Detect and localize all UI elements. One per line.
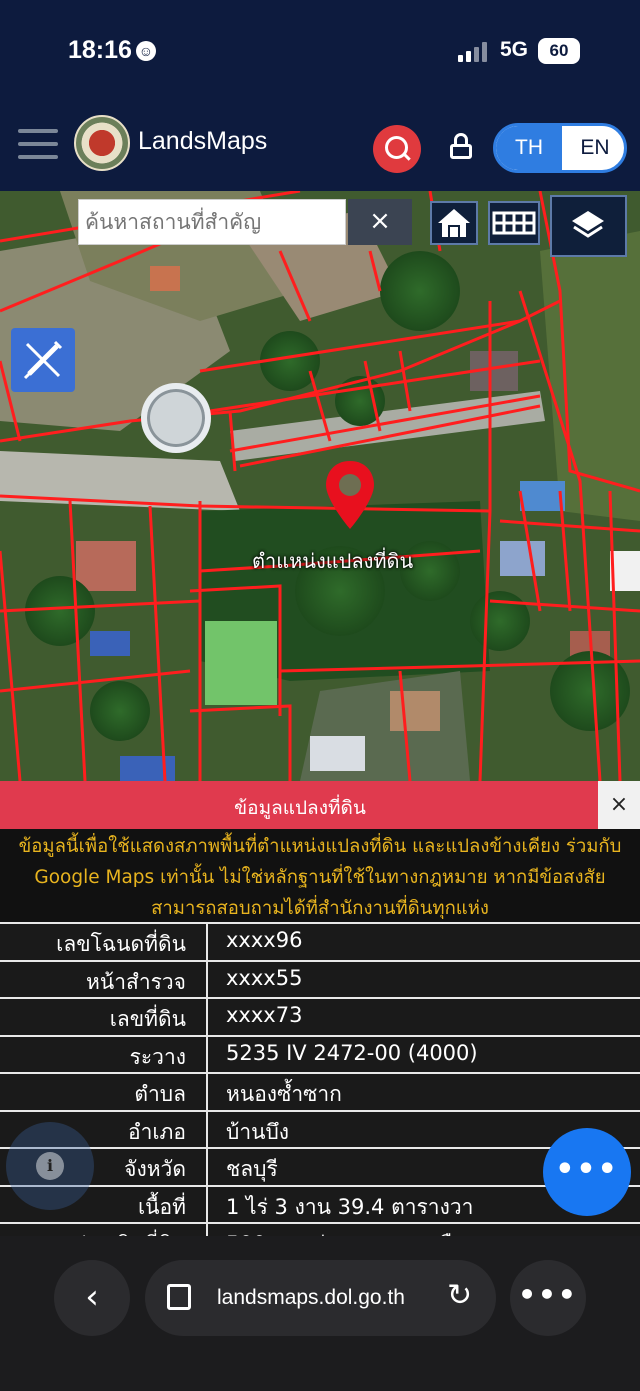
- place-search-input[interactable]: [78, 199, 346, 245]
- lang-en-button[interactable]: EN: [562, 126, 624, 170]
- table-row: หน้าสำรวจ xxxx55: [0, 959, 640, 999]
- row-value: xxxx96: [226, 928, 303, 952]
- column-divider: [206, 1186, 208, 1224]
- row-value: บ้านบึง: [226, 1119, 290, 1144]
- back-button[interactable]: ‹: [54, 1260, 130, 1336]
- browser-menu-button[interactable]: •••: [510, 1260, 586, 1336]
- clear-search-button[interactable]: ×: [348, 199, 412, 245]
- disclaimer-text: ข้อมูลนี้เพื่อใช้แสดงสภาพพื้นที่ตำแหน่งแ…: [0, 829, 640, 922]
- browser-toolbar: ‹ landsmaps.dol.go.th ↻ •••: [0, 1236, 640, 1391]
- row-value: 500 บาทต่อตารางวา หรือตรวจสอบ: [226, 1228, 553, 1236]
- lock-icon[interactable]: [450, 133, 472, 159]
- row-label: ราคาประเมินที่ดิน: [0, 1228, 200, 1236]
- site-settings-icon[interactable]: [167, 1284, 191, 1310]
- row-value: 1 ไร่ 3 งาน 39.4 ตารางวา: [226, 1194, 474, 1219]
- lang-th-button[interactable]: TH: [496, 126, 562, 170]
- address-bar[interactable]: landsmaps.dol.go.th ↻: [145, 1260, 496, 1336]
- status-bar: 18:16 ☺ 5G 60: [0, 0, 640, 105]
- column-divider: [206, 1036, 208, 1074]
- column-divider: [206, 999, 208, 1036]
- language-toggle[interactable]: TH EN: [493, 123, 627, 173]
- menu-icon[interactable]: [18, 129, 58, 159]
- satellite-map[interactable]: × ตำแหน่งแปลงที่ดิน: [0, 191, 640, 781]
- table-row: ราคาประเมินที่ดิน 500 บาทต่อตารางวา หรือต…: [0, 1222, 640, 1236]
- water-tank: [141, 383, 211, 453]
- battery-indicator: 60: [538, 38, 580, 64]
- location-pin-icon[interactable]: [322, 459, 378, 531]
- row-value: หนองซ้ำซาก: [226, 1082, 342, 1106]
- row-value: ชลบุรี: [226, 1157, 278, 1181]
- clock: 18:16 ☺: [68, 36, 156, 65]
- layers-icon[interactable]: [550, 195, 627, 257]
- row-value: xxxx55: [226, 965, 303, 990]
- home-icon[interactable]: [430, 201, 478, 245]
- parcel-info-table: เลขโฉนดที่ดิน xxxx96 หน้าสำรวจ xxxx55 เลขที่…: [0, 922, 640, 1236]
- grid-icon[interactable]: [488, 201, 540, 245]
- row-label: เลขโฉนดที่ดิน: [56, 932, 186, 956]
- close-panel-button[interactable]: ×: [598, 781, 640, 829]
- brand-title: LandsMaps: [138, 127, 268, 155]
- table-row: เนื้อที่ 1 ไร่ 3 งาน 39.4 ตารางวา: [0, 1184, 640, 1224]
- column-divider: [206, 1224, 208, 1236]
- smiley-icon: ☺: [135, 41, 156, 61]
- column-divider: [206, 1149, 208, 1186]
- signal-icon: [458, 42, 490, 62]
- row-value: xxxx73: [226, 1003, 303, 1027]
- map-imagery: [0, 191, 640, 781]
- column-divider: [206, 924, 208, 961]
- network-type: 5G: [500, 38, 529, 61]
- column-divider: [206, 1111, 208, 1149]
- panel-header: ข้อมูลแปลงที่ดิน ×: [0, 781, 640, 829]
- app-header: LandsMaps TH EN: [0, 105, 640, 191]
- table-row: เลขที่ดิน xxxx73: [0, 997, 640, 1036]
- row-label: เลขที่ดิน: [109, 1007, 186, 1031]
- row-label: หน้าสำรวจ: [86, 969, 186, 994]
- column-divider: [206, 961, 208, 999]
- column-divider: [206, 1074, 208, 1111]
- table-row: ระวาง 5235 IV 2472-00 (4000): [0, 1034, 640, 1074]
- reload-icon[interactable]: ↻: [447, 1278, 472, 1313]
- search-button[interactable]: [373, 125, 421, 173]
- panel-title: ข้อมูลแปลงที่ดิน: [234, 797, 366, 819]
- more-actions-button[interactable]: •••: [543, 1128, 631, 1216]
- marker-label: ตำแหน่งแปลงที่ดิน: [252, 549, 414, 573]
- table-row: อำเภอ บ้านบึง: [0, 1109, 640, 1149]
- info-icon[interactable]: i: [6, 1122, 94, 1210]
- table-row: เลขโฉนดที่ดิน xxxx96: [0, 922, 640, 961]
- row-label: ตำบล: [134, 1082, 186, 1106]
- measure-tool-icon[interactable]: [11, 328, 75, 392]
- row-label: ระวาง: [129, 1044, 186, 1069]
- table-row: ตำบล หนองซ้ำซาก: [0, 1072, 640, 1111]
- row-value: 5235 IV 2472-00 (4000): [226, 1040, 478, 1065]
- url-text[interactable]: landsmaps.dol.go.th: [217, 1286, 405, 1310]
- department-logo: [74, 115, 130, 171]
